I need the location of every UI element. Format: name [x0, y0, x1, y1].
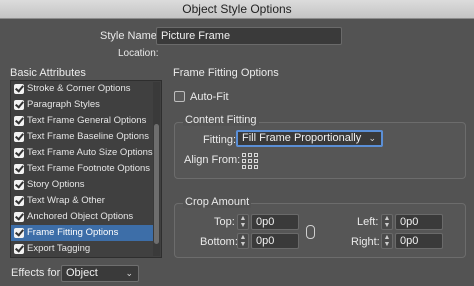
fitting-value: Fill Frame Proportionally: [242, 132, 362, 144]
list-item-text-frame-general[interactable]: Text Frame General Options: [11, 113, 154, 129]
checkbox-checked[interactable]: [14, 132, 24, 142]
crop-amount-title: Crop Amount: [183, 196, 252, 208]
checkbox-checked[interactable]: [14, 196, 24, 206]
checkbox-checked[interactable]: [14, 212, 24, 222]
auto-fit-label: Auto-Fit: [190, 91, 229, 103]
list-item-label: Export Tagging: [27, 243, 91, 254]
bottom-stepper[interactable]: ▲ ▼: [237, 233, 249, 249]
bottom-value: 0p0: [256, 235, 275, 247]
checkbox-checked[interactable]: [14, 244, 24, 254]
style-name-label: Style Name:: [100, 30, 160, 42]
top-label: Top:: [214, 216, 235, 228]
style-name-value: Picture Frame: [161, 30, 231, 42]
chain-link-icon[interactable]: [306, 225, 315, 239]
chevron-down-icon: ⌄: [125, 268, 133, 278]
checkbox-checked[interactable]: [14, 100, 24, 110]
align-from-label: Align From:: [184, 154, 241, 166]
bottom-label: Bottom:: [200, 236, 238, 248]
crop-amount-group: [174, 203, 466, 258]
checkbox-checked[interactable]: [14, 84, 24, 94]
checkbox-checked[interactable]: [14, 116, 24, 126]
window-title: Object Style Options: [182, 2, 292, 16]
list-item-paragraph-styles[interactable]: Paragraph Styles: [11, 97, 154, 113]
bottom-input[interactable]: 0p0: [251, 233, 299, 249]
list-item-label: Text Frame Footnote Options: [27, 163, 151, 174]
list-scrollbar[interactable]: [153, 82, 160, 256]
right-label: Right:: [351, 236, 380, 248]
effects-for-label: Effects for:: [11, 267, 64, 279]
window-titlebar: Object Style Options: [0, 0, 474, 19]
top-value: 0p0: [256, 216, 275, 228]
list-item-stroke-corner[interactable]: Stroke & Corner Options: [11, 81, 154, 97]
list-item-label: Paragraph Styles: [27, 99, 100, 110]
list-item-frame-fitting[interactable]: Frame Fitting Options: [11, 225, 154, 241]
list-item-label: Text Frame General Options: [27, 115, 147, 126]
list-item-story-options[interactable]: Story Options: [11, 177, 154, 193]
left-input[interactable]: 0p0: [395, 214, 443, 230]
checkbox-checked[interactable]: [14, 228, 24, 238]
list-item-text-wrap[interactable]: Text Wrap & Other: [11, 193, 154, 209]
checkbox-checked[interactable]: [14, 164, 24, 174]
basic-attributes-list: Stroke & Corner Options Paragraph Styles…: [10, 80, 162, 258]
frame-fitting-title: Frame Fitting Options: [173, 67, 279, 79]
chevron-down-icon: ⌄: [368, 133, 376, 143]
list-item-label: Frame Fitting Options: [27, 227, 119, 238]
location-label: Location:: [118, 48, 159, 59]
left-label: Left:: [357, 216, 379, 228]
list-item-anchored-object[interactable]: Anchored Object Options: [11, 209, 154, 225]
list-item-label: Text Frame Auto Size Options: [27, 147, 153, 158]
right-input[interactable]: 0p0: [395, 233, 443, 249]
right-stepper[interactable]: ▲ ▼: [381, 233, 393, 249]
auto-fit-checkbox[interactable]: [174, 91, 185, 102]
sidebar-heading: Basic Attributes: [10, 67, 86, 79]
checkbox-checked[interactable]: [14, 148, 24, 158]
left-stepper[interactable]: ▲ ▼: [381, 214, 393, 230]
scrollbar-thumb[interactable]: [154, 124, 159, 244]
effects-for-select[interactable]: Object ⌄: [61, 265, 139, 282]
checkbox-checked[interactable]: [14, 180, 24, 190]
list-item-label: Text Wrap & Other: [27, 195, 105, 206]
list-item-text-frame-auto-size[interactable]: Text Frame Auto Size Options: [11, 145, 154, 161]
style-name-input[interactable]: Picture Frame: [156, 27, 342, 45]
top-input[interactable]: 0p0: [251, 214, 299, 230]
effects-for-value: Object: [66, 267, 98, 279]
list-item-export-tagging[interactable]: Export Tagging: [11, 241, 154, 257]
reference-point-icon[interactable]: [242, 153, 258, 169]
list-item-label: Stroke & Corner Options: [27, 83, 131, 94]
fitting-select[interactable]: Fill Frame Proportionally ⌄: [236, 130, 383, 147]
list-item-label: Text Frame Baseline Options: [27, 131, 149, 142]
list-item-text-frame-baseline[interactable]: Text Frame Baseline Options: [11, 129, 154, 145]
right-value: 0p0: [400, 235, 419, 247]
content-fitting-title: Content Fitting: [183, 114, 259, 126]
list-item-label: Anchored Object Options: [27, 211, 134, 222]
fitting-label: Fitting:: [203, 134, 237, 146]
list-item-label: Story Options: [27, 179, 85, 190]
list-item-text-frame-footnote[interactable]: Text Frame Footnote Options: [11, 161, 154, 177]
top-stepper[interactable]: ▲ ▼: [237, 214, 249, 230]
left-value: 0p0: [400, 216, 419, 228]
